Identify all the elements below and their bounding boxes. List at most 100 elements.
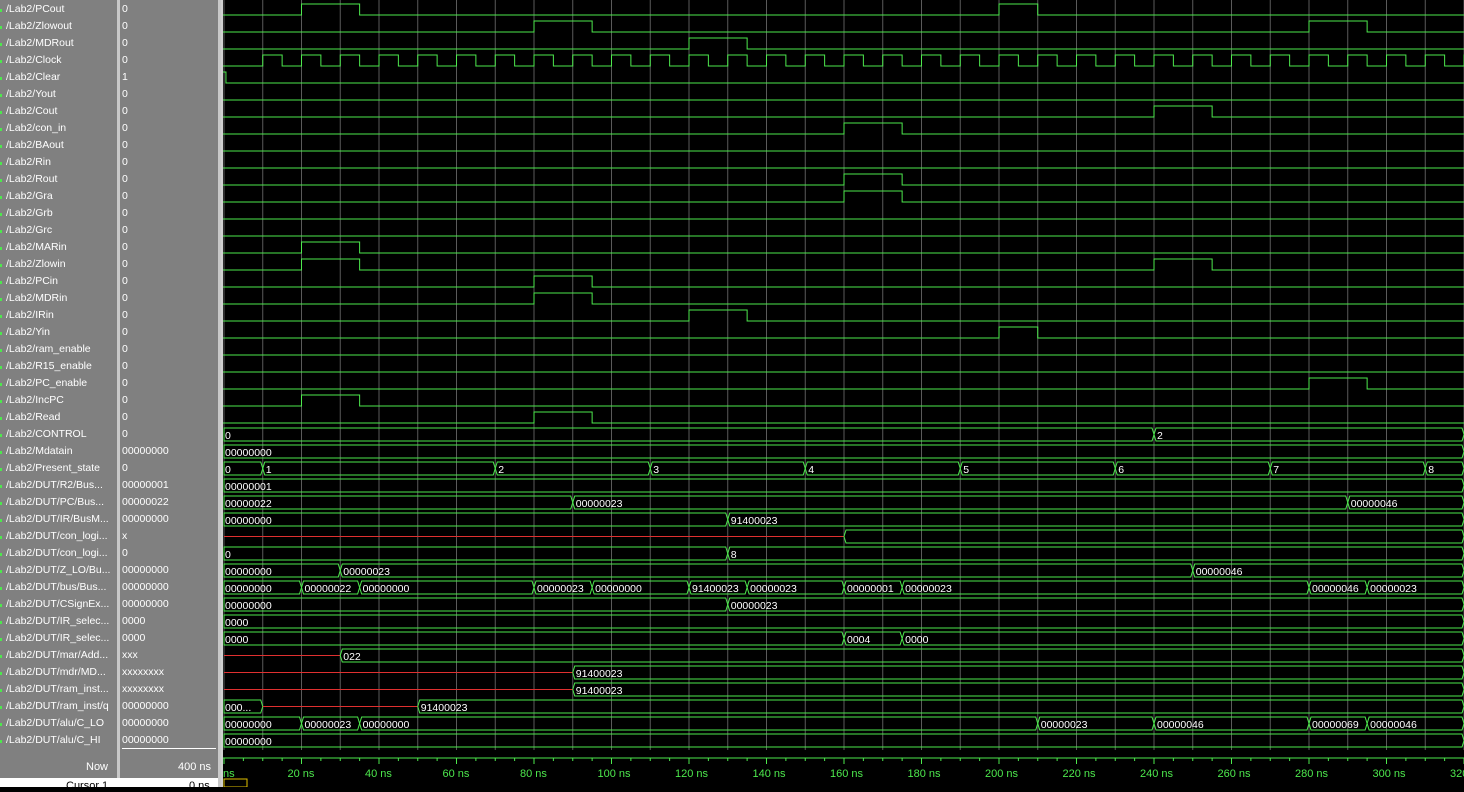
expand-marker-icon [0, 349, 2, 352]
signal-name[interactable]: /Lab2/ram_enable [6, 341, 117, 358]
signal-name[interactable]: /Lab2/PCout [6, 1, 117, 18]
cursor-label[interactable]: Cursor 1 [66, 780, 108, 792]
signal-value: 00000000 [122, 598, 169, 610]
signal-name[interactable]: /Lab2/Cout [6, 103, 117, 120]
signal-name[interactable]: /Lab2/DUT/bus/Bus... [6, 579, 117, 596]
signal-name[interactable]: /Lab2/DUT/CSignEx... [6, 596, 117, 613]
signal-value: 00000000 [122, 717, 169, 729]
signal-name[interactable]: /Lab2/Rin [6, 154, 117, 171]
expand-marker-icon [0, 638, 2, 641]
bus-value-label: 3 [653, 464, 659, 476]
bus-segment [223, 597, 729, 612]
bus-segment [727, 512, 1464, 527]
bus-value-label: 91400023 [731, 515, 778, 527]
signal-name[interactable]: /Lab2/Zlowin [6, 256, 117, 273]
signal-name[interactable]: /Lab2/Read [6, 409, 117, 426]
bus-value-label: 00000000 [363, 583, 410, 595]
signal-name[interactable]: /Lab2/Grb [6, 205, 117, 222]
timeline-label: 240 ns [1140, 768, 1174, 780]
expand-marker-icon [0, 519, 2, 522]
signal-name[interactable]: /Lab2/DUT/IR_selec... [6, 613, 117, 630]
expand-marker-icon [0, 264, 2, 267]
signal-name[interactable]: /Lab2/DUT/PC/Bus... [6, 494, 117, 511]
signal-name[interactable]: /Lab2/con_in [6, 120, 117, 137]
bus-value-label: 00000000 [225, 719, 272, 731]
bus-segment [572, 665, 1464, 680]
signal-name[interactable]: /Lab2/DUT/alu/C_LO [6, 715, 117, 732]
bus-value-label: 8 [1428, 464, 1434, 476]
timeline-label: 260 ns [1218, 768, 1252, 780]
signal-name[interactable]: /Lab2/CONTROL [6, 426, 117, 443]
expand-marker-icon [0, 94, 2, 97]
bus-segment [339, 648, 1464, 663]
signal-name[interactable]: /Lab2/DUT/mdr/MD... [6, 664, 117, 681]
expand-marker-icon [0, 553, 2, 556]
bus-value-label: 0000 [225, 617, 249, 629]
signal-name[interactable]: /Lab2/DUT/mar/Add... [6, 647, 117, 664]
timeline-label: 120 ns [675, 768, 709, 780]
signal-name[interactable]: /Lab2/DUT/ram_inst/q [6, 698, 117, 715]
signal-value: x [122, 530, 128, 542]
bus-value-label: 2 [1157, 430, 1163, 442]
signal-name[interactable]: /Lab2/MARin [6, 239, 117, 256]
signal-value: 00000022 [122, 496, 169, 508]
signal-name[interactable]: /Lab2/Zlowout [6, 18, 117, 35]
bus-value-label: 0000 [905, 634, 929, 646]
signal-name[interactable]: /Lab2/DUT/con_logi... [6, 545, 117, 562]
now-label: Now [86, 761, 109, 773]
expand-marker-icon [0, 536, 2, 539]
expand-marker-icon [0, 332, 2, 335]
bus-segment [901, 580, 1310, 595]
bus-value-label: 00000022 [225, 498, 272, 510]
expand-marker-icon [0, 43, 2, 46]
signal-name[interactable]: /Lab2/MDRout [6, 35, 117, 52]
signal-name[interactable]: /Lab2/IRin [6, 307, 117, 324]
expand-marker-icon [0, 672, 2, 675]
signal-name[interactable]: /Lab2/Mdatain [6, 443, 117, 460]
signal-value: 0 [122, 275, 128, 287]
bus-value-label: 0000 [225, 634, 249, 646]
bus-value-label: 00000023 [750, 583, 797, 595]
bus-segment [727, 597, 1464, 612]
bus-value-label: 00000046 [1370, 719, 1417, 731]
signal-name[interactable]: /Lab2/MDRin [6, 290, 117, 307]
expand-marker-icon [0, 9, 2, 12]
bus-value-label: 00000023 [537, 583, 584, 595]
signal-name[interactable]: /Lab2/Yin [6, 324, 117, 341]
signal-name[interactable]: /Lab2/DUT/IR/BusM... [6, 511, 117, 528]
signal-value: 00000001 [122, 479, 169, 491]
waveform-pane[interactable]: 0 2000000000 1 2 3 4 5 6 7 80000000100000022 00000… [223, 0, 1464, 787]
signal-name[interactable]: /Lab2/IncPC [6, 392, 117, 409]
expand-marker-icon [0, 145, 2, 148]
expand-marker-icon [0, 655, 2, 658]
signal-name[interactable]: /Lab2/Gra [6, 188, 117, 205]
signal-waveform [223, 122, 1464, 135]
signal-name[interactable]: /Lab2/DUT/Z_LO/Bu... [6, 562, 117, 579]
signal-value-column: 0 0 0 0 1 0 0 0 0 0 0 0 0 0 0 0 0 0 0 0 0 0 0 0 0 0 00000000 0 00000… [120, 0, 218, 787]
signal-value: xxxxxxxx [122, 666, 164, 678]
signal-name[interactable]: /Lab2/PCin [6, 273, 117, 290]
signal-name[interactable]: /Lab2/DUT/alu/C_HI [6, 732, 117, 749]
signal-name[interactable]: /Lab2/DUT/IR_selec... [6, 630, 117, 647]
signal-name[interactable]: /Lab2/BAout [6, 137, 117, 154]
timeline-label: ns [223, 768, 235, 780]
signal-value: 0 [122, 292, 128, 304]
signal-value: 00000000 [122, 513, 169, 525]
expand-marker-icon [0, 366, 2, 369]
signal-name[interactable]: /Lab2/DUT/ram_inst... [6, 681, 117, 698]
signal-name[interactable]: /Lab2/PC_enable [6, 375, 117, 392]
signal-name[interactable]: /Lab2/Clock [6, 52, 117, 69]
signal-name[interactable]: /Lab2/Yout [6, 86, 117, 103]
signal-name[interactable]: /Lab2/Rout [6, 171, 117, 188]
signal-name[interactable]: /Lab2/R15_enable [6, 358, 117, 375]
signal-name[interactable]: /Lab2/Present_state [6, 460, 117, 477]
signal-value: 0000 [122, 632, 146, 644]
signal-name[interactable]: /Lab2/DUT/con_logi... [6, 528, 117, 545]
signal-name[interactable]: /Lab2/Clear [6, 69, 117, 86]
signal-name[interactable]: /Lab2/DUT/R2/Bus... [6, 477, 117, 494]
bus-value-label: 5 [963, 464, 969, 476]
timeline-label: 280 ns [1295, 768, 1329, 780]
signal-name[interactable]: /Lab2/Grc [6, 222, 117, 239]
bus-segment [223, 495, 574, 510]
signal-value: xxxxxxxx [122, 683, 164, 695]
